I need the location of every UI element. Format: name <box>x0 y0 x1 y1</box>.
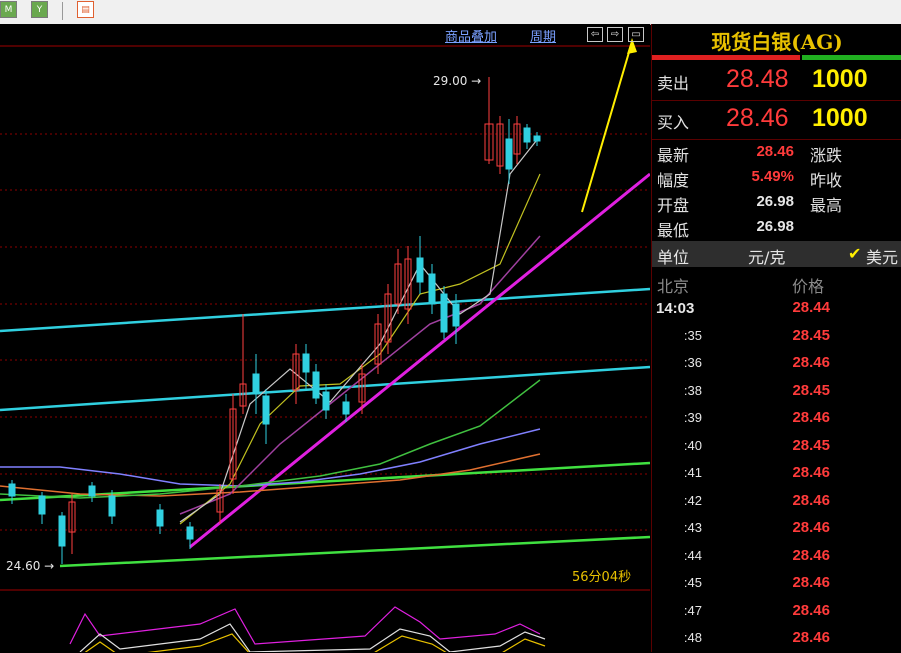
tick-row: :35 28.45 <box>652 324 901 351</box>
tick-row: :45 28.46 <box>652 571 901 598</box>
sell-label: 卖出 <box>657 74 690 93</box>
sell-volume: 1000 <box>812 65 868 93</box>
tick-price: 28.46 <box>792 601 830 619</box>
tick-row: :42 28.46 <box>652 489 901 516</box>
calendar-icon[interactable]: ▤ <box>77 1 94 18</box>
stat-row: 最低 26.98 <box>652 215 901 240</box>
tick-row: :39 28.46 <box>652 406 901 433</box>
top-toolbar: M Y ▤ <box>0 0 901 25</box>
tick-row: :40 28.45 <box>652 434 901 461</box>
tick-row: :41 28.46 <box>652 461 901 488</box>
unit-label: 单位 <box>657 248 690 267</box>
buy-volume: 1000 <box>812 104 868 132</box>
sell-row[interactable]: 卖出 28.48 1000 <box>652 62 901 101</box>
tick-price: 28.46 <box>792 491 830 509</box>
low-price-label: 24.60 → <box>6 559 55 573</box>
tick-time: :48 <box>683 630 702 645</box>
sell-price: 28.48 <box>726 65 789 93</box>
ma-line-white <box>179 135 541 523</box>
toolbar-divider <box>62 2 63 20</box>
tick-time: :47 <box>683 602 702 618</box>
stat-label: 开盘 <box>657 196 690 215</box>
stat-row: 最新 28.46 涨跌 <box>652 140 901 165</box>
buy-price: 28.46 <box>726 104 789 132</box>
stat-value: 26.98 <box>756 218 794 235</box>
stat-label: 最新 <box>657 146 690 165</box>
unit-row: 单位 元/克 ✔ 美元 <box>652 241 901 267</box>
ticks-header: 北京 价格 <box>652 270 901 296</box>
stat-value: 28.46 <box>756 143 794 160</box>
buy-row[interactable]: 买入 28.46 1000 <box>652 101 901 140</box>
tick-time: :40 <box>683 437 702 453</box>
tick-price: 28.44 <box>792 299 830 316</box>
tick-price: 28.46 <box>792 464 830 481</box>
tick-price: 28.46 <box>792 409 830 426</box>
window-toggle-icon[interactable]: ▭ <box>628 27 644 42</box>
tick-time: :36 <box>683 355 702 370</box>
oscillator-lines <box>69 606 546 652</box>
tick-price: 28.46 <box>792 574 830 591</box>
stat-label-secondary: 涨跌 <box>810 146 843 165</box>
tick-time: :42 <box>683 492 702 508</box>
tick-time: 14:03 <box>656 300 695 317</box>
high-price-value: 29.00 <box>433 74 468 88</box>
tick-time: :39 <box>683 410 702 425</box>
stat-value: 5.49% <box>751 168 794 185</box>
filter-icon[interactable]: Y <box>31 1 48 18</box>
ask-bar <box>802 55 901 60</box>
bar-countdown: 56分04秒 <box>572 570 632 585</box>
overlay-products-link[interactable]: 商品叠加 <box>445 26 497 45</box>
candles <box>8 77 541 564</box>
tick-time: :41 <box>683 465 702 480</box>
stat-label: 幅度 <box>657 171 690 190</box>
currency-option[interactable]: 美元 <box>866 244 898 268</box>
period-link[interactable]: 周期 <box>530 26 556 45</box>
tick-price: 28.45 <box>792 436 830 454</box>
quote-panel: 现货白银(AG) 卖出 28.48 1000 买入 28.46 1000 最新 2… <box>651 24 901 652</box>
buy-label: 买入 <box>657 113 690 132</box>
tick-time: :44 <box>683 547 702 563</box>
ma-line-blue <box>0 428 541 487</box>
annotation-arrow <box>581 41 633 213</box>
tick-price: 28.46 <box>792 629 830 646</box>
trendline-cyan-upper[interactable] <box>0 287 650 333</box>
tick-time: :35 <box>683 327 702 343</box>
tick-row: :47 28.46 <box>652 599 901 626</box>
sub-chart-icon[interactable]: M <box>0 1 17 18</box>
tick-time: :43 <box>683 520 702 535</box>
tick-price: 28.45 <box>792 326 830 344</box>
stat-label: 最低 <box>657 221 690 240</box>
tick-price: 28.46 <box>792 519 830 536</box>
tick-row: :43 28.46 <box>652 516 901 543</box>
stat-row: 开盘 26.98 最高 <box>652 190 901 215</box>
tick-price: 28.45 <box>792 381 830 399</box>
tick-row: :38 28.45 <box>652 379 901 406</box>
candlestick-chart[interactable] <box>0 24 650 652</box>
tick-row: :44 28.46 <box>652 544 901 571</box>
ticks-city-label: 北京 <box>657 277 690 296</box>
currency-check-icon[interactable]: ✔ <box>848 244 861 263</box>
stat-row: 幅度 5.49% 昨收 <box>652 165 901 190</box>
tick-row: 14:03 28.44 <box>652 296 901 323</box>
ticks-price-header: 价格 <box>792 277 825 296</box>
instrument-title: 现货白银(AG) <box>711 30 843 54</box>
unit-value: 元/克 <box>748 248 786 267</box>
trendline-green-lower[interactable] <box>59 535 650 568</box>
tick-row: :36 28.46 <box>652 351 901 378</box>
bid-ask-bar <box>652 55 901 60</box>
stat-label-secondary: 昨收 <box>810 171 843 190</box>
scroll-left-icon[interactable]: ⇦ <box>587 27 603 42</box>
tick-price: 28.46 <box>792 354 830 371</box>
low-price-value: 24.60 <box>6 559 41 573</box>
stat-label-secondary: 最高 <box>810 196 843 215</box>
tick-time: :38 <box>683 382 702 398</box>
tick-row: :48 28.46 <box>652 626 901 653</box>
tick-price: 28.46 <box>792 546 830 564</box>
high-price-label: 29.00 → <box>433 74 482 88</box>
grid-lines <box>0 45 650 531</box>
tick-time: :45 <box>683 575 702 590</box>
scroll-right-icon[interactable]: ⇨ <box>607 27 623 42</box>
bid-bar <box>652 55 800 60</box>
stat-value: 26.98 <box>756 193 794 210</box>
